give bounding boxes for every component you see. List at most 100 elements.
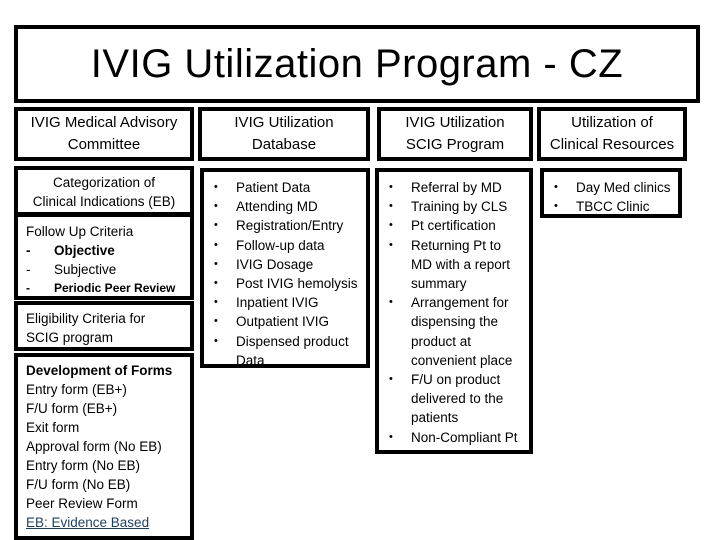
list-item-label: Post IVIG hemolysis bbox=[236, 276, 358, 292]
box-scig-items: • Referral by MD • Training by CLS • Pt cer… bbox=[375, 168, 533, 454]
form-item: F/U form (No EB) bbox=[26, 477, 131, 492]
list-item: • Inpatient IVIG bbox=[210, 293, 362, 312]
bullet-icon: • bbox=[389, 219, 393, 232]
form-item: Entry form (No EB) bbox=[26, 458, 141, 473]
header-clinical-resources: Utilization of Clinical Resources bbox=[537, 107, 687, 161]
bullet-icon: • bbox=[214, 200, 218, 213]
list-item: • IVIG Dosage bbox=[210, 255, 362, 274]
list-item-label: F/U on product delivered to the patients bbox=[411, 372, 504, 426]
list-item-label: Training by CLS bbox=[411, 199, 508, 215]
header-scig-program: IVIG Utilization SCIG Program bbox=[377, 107, 533, 161]
box-development-of-forms: Development of Forms Entry form (EB+) F/… bbox=[14, 353, 194, 540]
list-item: • Patient Data bbox=[210, 178, 362, 197]
list-item: • Non-Compliant Pt bbox=[385, 428, 525, 447]
list-item-label: Dispensed product Data bbox=[236, 333, 349, 368]
box-heading: Follow Up Criteria bbox=[26, 224, 134, 239]
diagram-title: IVIG Utilization Program - CZ bbox=[90, 41, 624, 86]
box-follow-up-criteria: Follow Up Criteria - Objective - Subject… bbox=[14, 213, 194, 300]
list-item-label: Referral by MD bbox=[411, 180, 502, 195]
box-line: Clinical Indications (EB) bbox=[32, 194, 176, 209]
form-item: Exit form bbox=[26, 420, 80, 435]
box-clinical-resources-items: • Day Med clinics • TBCC Clinic bbox=[540, 168, 682, 218]
list-item-label: Inpatient IVIG bbox=[236, 295, 319, 311]
list-item: • Post IVIG hemolysis bbox=[210, 274, 362, 293]
header-medical-advisory-committee: IVIG Medical Advisory Committee bbox=[14, 107, 194, 161]
bullet-icon: • bbox=[389, 238, 393, 251]
bullet-icon: • bbox=[214, 334, 218, 347]
form-item: Peer Review Form bbox=[26, 496, 138, 511]
criteria-item: - Subjective bbox=[26, 260, 182, 279]
list-item-label: Patient Data bbox=[236, 180, 311, 195]
list-item: • F/U on product delivered to the patient… bbox=[385, 370, 525, 428]
form-item: F/U form (EB+) bbox=[26, 401, 118, 416]
criteria-item: - Periodic Peer Review bbox=[26, 279, 182, 298]
list-item: • Arrangement for dispensing the product … bbox=[385, 293, 525, 370]
header-line: SCIG Program bbox=[405, 136, 505, 153]
box-heading: Development of Forms bbox=[26, 363, 173, 378]
header-line: Utilization of bbox=[571, 114, 653, 131]
form-item: Approval form (No EB) bbox=[26, 439, 162, 454]
header-line: Committee bbox=[67, 136, 141, 153]
list-item-label: Registration/Entry bbox=[236, 218, 344, 234]
list-item-label: IVIG Dosage bbox=[236, 256, 314, 272]
list-item-label: Follow-up data bbox=[236, 237, 325, 253]
clinical-resources-item-list: • Day Med clinics • TBCC Clinic bbox=[550, 178, 674, 216]
database-item-list: • Patient Data • Attending MD • Registratio… bbox=[210, 178, 362, 370]
list-item-label: Outpatient IVIG bbox=[236, 314, 330, 330]
bullet-icon: • bbox=[389, 296, 393, 309]
list-item: • Outpatient IVIG bbox=[210, 312, 362, 331]
list-item-label: Non-Compliant Pt bbox=[411, 429, 518, 445]
bullet-icon: • bbox=[214, 315, 218, 328]
list-item-label: Arrangement for dispensing the product a… bbox=[411, 295, 513, 368]
list-item-label: Pt certification bbox=[411, 218, 496, 234]
list-item: • Returning Pt to MD with a report summar… bbox=[385, 236, 525, 294]
bullet-icon: • bbox=[389, 181, 393, 193]
criteria-label: Periodic Peer Review bbox=[54, 281, 176, 295]
list-item: • Pt certification bbox=[385, 216, 525, 235]
list-item: • Referral by MD bbox=[385, 178, 525, 197]
list-item: • Follow-up data bbox=[210, 236, 362, 255]
bullet-icon: • bbox=[554, 181, 558, 193]
header-line: IVIG Utilization bbox=[234, 114, 334, 131]
bullet-icon: • bbox=[389, 200, 393, 213]
header-line: IVIG Utilization bbox=[405, 114, 505, 131]
list-item-label: TBCC Clinic bbox=[576, 199, 650, 215]
bullet-icon: • bbox=[554, 200, 558, 213]
criteria-item: - Objective bbox=[26, 241, 182, 260]
diagram-title-box: IVIG Utilization Program - CZ bbox=[14, 25, 700, 103]
list-item: • Dispensed product Data bbox=[210, 332, 362, 370]
header-utilization-database: IVIG Utilization Database bbox=[198, 107, 370, 161]
list-item: • TBCC Clinic bbox=[550, 197, 674, 216]
list-item: • Registration/Entry bbox=[210, 216, 362, 235]
dash-marker: - bbox=[26, 281, 30, 295]
bullet-icon: • bbox=[214, 219, 218, 232]
footnote-evidence-based-link[interactable]: EB: Evidence Based bbox=[26, 513, 182, 532]
box-eligibility-criteria: Eligibility Criteria for SCIG program bbox=[14, 301, 194, 351]
dash-marker: - bbox=[26, 243, 31, 258]
box-categorization: Categorization of Clinical Indications (… bbox=[14, 166, 194, 216]
bullet-icon: • bbox=[389, 373, 393, 386]
list-item: • Day Med clinics bbox=[550, 178, 674, 197]
box-line: SCIG program bbox=[26, 330, 114, 345]
box-line: Categorization of bbox=[52, 175, 156, 190]
bullet-icon: • bbox=[214, 296, 218, 309]
list-item-label: Attending MD bbox=[236, 199, 318, 215]
header-line: IVIG Medical Advisory bbox=[30, 114, 178, 131]
list-item: • Training by CLS bbox=[385, 197, 525, 216]
criteria-label: Objective bbox=[54, 243, 115, 258]
header-line: Clinical Resources bbox=[549, 136, 675, 153]
header-line: Database bbox=[251, 136, 317, 153]
bullet-icon: • bbox=[214, 277, 218, 290]
bullet-icon: • bbox=[214, 238, 218, 251]
box-database-items: • Patient Data • Attending MD • Registratio… bbox=[200, 168, 370, 368]
bullet-icon: • bbox=[214, 181, 218, 193]
list-item-label: Returning Pt to MD with a report summary bbox=[411, 237, 511, 292]
list-item: • Attending MD bbox=[210, 197, 362, 216]
scig-item-list: • Referral by MD • Training by CLS • Pt cer… bbox=[385, 178, 525, 447]
box-line: Eligibility Criteria for bbox=[26, 311, 146, 326]
form-item: Entry form (EB+) bbox=[26, 382, 127, 397]
bullet-icon: • bbox=[214, 257, 218, 270]
criteria-label: Subjective bbox=[54, 262, 117, 277]
dash-marker: - bbox=[26, 262, 31, 277]
bullet-icon: • bbox=[389, 430, 393, 443]
